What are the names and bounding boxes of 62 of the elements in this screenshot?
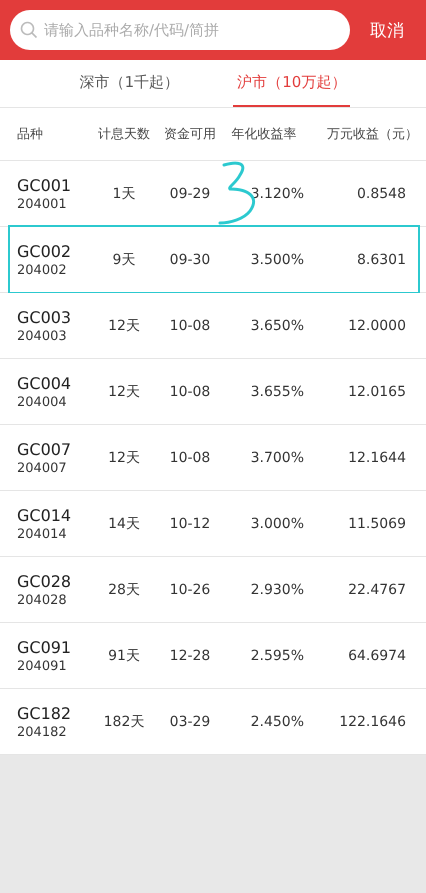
table-cell-text: 64.6974 [347, 648, 407, 664]
bond-name: GC028 [17, 572, 72, 590]
bond-name: GC002 [17, 242, 72, 260]
table-cell-text: 10-26 [168, 582, 212, 598]
table-cell-text: 3.650% [250, 318, 304, 334]
table-cell-text: 12.0000 [347, 318, 407, 334]
table-cell-text: 10-12 [168, 516, 212, 532]
bond-code: 204182 [17, 724, 68, 740]
table-cell-text: 9天 [112, 250, 136, 268]
table-cell-text: 12.1644 [347, 450, 407, 466]
table-cell-text: 10-08 [168, 450, 212, 466]
bond-code: 204028 [17, 592, 68, 608]
table-cell-text: 12天 [107, 316, 141, 334]
column-header: 计息天数 [97, 126, 151, 143]
table-cell-text: 09-29 [168, 186, 212, 202]
table-cell-text: 3.700% [250, 450, 304, 466]
table-cell-text: 2.930% [250, 582, 304, 598]
table-cell-text: 14天 [107, 514, 141, 532]
column-header: 年化收益率 [230, 126, 298, 143]
table-cell-text: 3.000% [250, 516, 304, 532]
table-cell-text: 10-08 [168, 384, 212, 400]
bond-name: GC014 [17, 506, 72, 524]
bond-code: 204002 [17, 262, 68, 278]
bond-code: 204003 [17, 328, 68, 344]
bond-code: 204007 [17, 460, 68, 476]
search-field[interactable]: 请输入品种名称/代码/简拼 [10, 10, 350, 50]
table-cell-text: 2.595% [250, 648, 304, 664]
table-cell-text: 122.1646 [338, 714, 407, 730]
bond-name: GC001 [17, 176, 72, 194]
bond-code: 204001 [17, 196, 68, 212]
bond-name: GC091 [17, 638, 72, 656]
bond-name: GC007 [17, 440, 72, 458]
bond-name: GC003 [17, 308, 72, 326]
table-cell-text: 182天 [102, 712, 146, 730]
table-cell-text: 2.450% [250, 714, 304, 730]
market-tab[interactable]: 深市（1千起） [76, 60, 184, 107]
table-cell-text: 28天 [107, 580, 141, 598]
bond-code: 204014 [17, 526, 68, 542]
table-cell-text: 12天 [107, 382, 141, 400]
table-cell-text: 3.500% [250, 252, 304, 268]
table-cell-text: 91天 [107, 646, 141, 664]
table-cell-text: 10-08 [168, 318, 212, 334]
table-cell-text: 12天 [107, 448, 141, 466]
table-cell-text: 12.0165 [347, 384, 407, 400]
table-cell-text: 09-30 [168, 252, 212, 268]
table-cell-text: 03-29 [168, 714, 212, 730]
column-header: 万元收益（元） [326, 126, 419, 143]
table-cell-text: 3.655% [250, 384, 304, 400]
column-header: 品种 [16, 126, 44, 143]
bond-name: GC182 [17, 704, 72, 722]
table-cell-text: 11.5069 [347, 516, 407, 532]
table-cell-text: 0.8548 [356, 186, 407, 202]
table-cell-text: 22.4767 [347, 582, 407, 598]
table-cell-text: 12-28 [168, 648, 212, 664]
table-cell-text: 8.6301 [356, 252, 407, 268]
cancel-button[interactable]: 取消 [362, 14, 412, 46]
bond-name: GC004 [17, 374, 72, 392]
bond-code: 204091 [17, 658, 68, 674]
column-header: 资金可用 [163, 126, 217, 143]
table-cell-text: 3.120% [250, 186, 304, 202]
bond-code: 204004 [17, 394, 68, 410]
table-cell-text: 1天 [112, 184, 136, 202]
